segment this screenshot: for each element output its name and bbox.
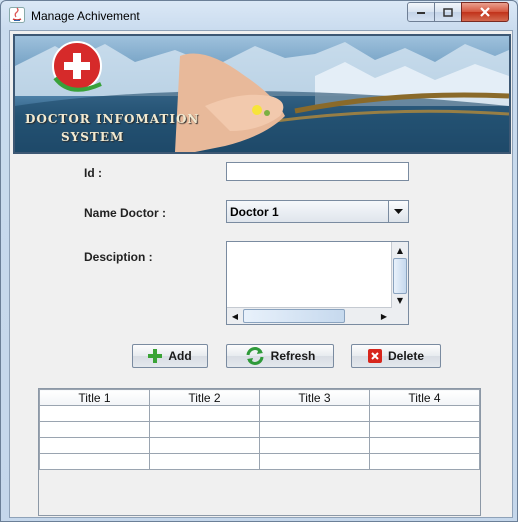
table-header-row: Title 1 Title 2 Title 3 Title 4 bbox=[39, 389, 480, 406]
column-header[interactable]: Title 2 bbox=[149, 389, 260, 406]
doctor-selected-value: Doctor 1 bbox=[230, 205, 279, 219]
horizontal-scroll-thumb[interactable] bbox=[243, 309, 345, 323]
table-row[interactable] bbox=[39, 421, 480, 438]
achievement-table: Title 1 Title 2 Title 3 Title 4 bbox=[38, 388, 481, 516]
close-icon bbox=[480, 7, 490, 17]
java-app-icon bbox=[9, 7, 25, 23]
column-header[interactable]: Title 1 bbox=[39, 389, 150, 406]
description-textarea[interactable]: ▲ ▼ ◀ ▶ bbox=[226, 241, 409, 325]
table-cell[interactable] bbox=[39, 437, 150, 454]
table-cell[interactable] bbox=[149, 405, 260, 422]
scroll-left-icon[interactable]: ◀ bbox=[228, 309, 242, 323]
header-banner: DOCTOR INFOMATION SYSTEM bbox=[13, 34, 511, 154]
add-button-label: Add bbox=[168, 349, 192, 363]
id-label: Id : bbox=[84, 166, 102, 180]
table-cell[interactable] bbox=[369, 405, 480, 422]
table-cell[interactable] bbox=[39, 421, 150, 438]
doctor-label: Name Doctor : bbox=[84, 206, 167, 220]
vertical-scroll-thumb[interactable] bbox=[393, 258, 407, 294]
table-cell[interactable] bbox=[149, 453, 260, 470]
table-row[interactable] bbox=[39, 437, 480, 454]
table-cell[interactable] bbox=[369, 421, 480, 438]
banner-title-line2: SYSTEM bbox=[61, 130, 125, 144]
table-cell[interactable] bbox=[149, 421, 260, 438]
id-input[interactable] bbox=[226, 162, 409, 181]
maximize-icon bbox=[443, 7, 453, 17]
table-cell[interactable] bbox=[39, 405, 150, 422]
refresh-button[interactable]: Refresh bbox=[226, 344, 334, 368]
delete-button-label: Delete bbox=[387, 349, 425, 363]
refresh-button-label: Refresh bbox=[270, 349, 316, 363]
table-cell[interactable] bbox=[149, 437, 260, 454]
table-cell[interactable] bbox=[259, 421, 370, 438]
table-row[interactable] bbox=[39, 453, 480, 470]
table-cell[interactable] bbox=[259, 437, 370, 454]
refresh-icon bbox=[246, 347, 264, 365]
column-header[interactable]: Title 3 bbox=[259, 389, 370, 406]
chevron-down-icon bbox=[394, 209, 403, 214]
scroll-down-icon[interactable]: ▼ bbox=[393, 293, 407, 307]
plus-icon bbox=[148, 349, 163, 363]
scroll-up-icon[interactable]: ▲ bbox=[393, 243, 407, 257]
scroll-corner bbox=[392, 308, 408, 324]
close-button[interactable] bbox=[461, 2, 509, 22]
table-cell[interactable] bbox=[369, 453, 480, 470]
data-table: Title 1 Title 2 Title 3 Title 4 bbox=[39, 389, 480, 470]
column-header[interactable]: Title 4 bbox=[369, 389, 480, 406]
table-cell[interactable] bbox=[39, 453, 150, 470]
app-window: Manage Achivement DOCTOR INFOMATION SYST… bbox=[0, 0, 518, 522]
combo-dropdown-button[interactable] bbox=[388, 201, 408, 222]
table-row[interactable] bbox=[39, 405, 480, 422]
window-title: Manage Achivement bbox=[31, 9, 140, 23]
banner-title-line1: DOCTOR INFOMATION bbox=[25, 112, 200, 126]
minimize-button[interactable] bbox=[407, 2, 435, 22]
vertical-scrollbar[interactable]: ▲ ▼ bbox=[391, 242, 408, 308]
client-area: DOCTOR INFOMATION SYSTEM Id : Name Docto… bbox=[9, 30, 513, 518]
add-button[interactable]: Add bbox=[132, 344, 208, 368]
maximize-button[interactable] bbox=[434, 2, 462, 22]
table-cell[interactable] bbox=[369, 437, 480, 454]
delete-icon bbox=[367, 349, 382, 363]
horizontal-scrollbar[interactable]: ◀ ▶ bbox=[227, 307, 392, 324]
description-label: Desciption : bbox=[84, 250, 153, 264]
doctor-combobox[interactable]: Doctor 1 bbox=[226, 200, 409, 223]
table-cell[interactable] bbox=[259, 453, 370, 470]
table-cell[interactable] bbox=[259, 405, 370, 422]
delete-button[interactable]: Delete bbox=[351, 344, 441, 368]
minimize-icon bbox=[417, 12, 425, 14]
title-bar[interactable]: Manage Achivement bbox=[1, 1, 517, 29]
scroll-right-icon[interactable]: ▶ bbox=[377, 309, 391, 323]
